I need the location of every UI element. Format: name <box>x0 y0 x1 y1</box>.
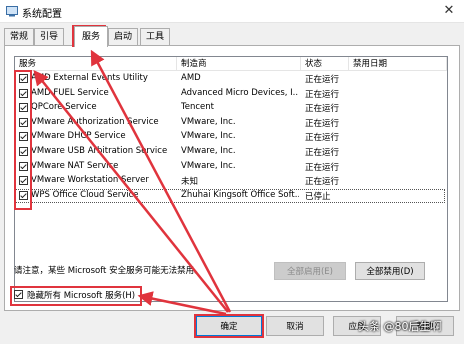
service-name: VMware Workstation Server <box>31 175 149 186</box>
tab-general[interactable]: 常规 <box>4 28 34 46</box>
service-row[interactable]: VMware Workstation Server 未知 正在运行 <box>15 174 445 189</box>
service-status: 正在运行 <box>305 148 340 158</box>
ms-security-note: 请注意，某些 Microsoft 安全服务可能无法禁用。 <box>14 266 203 276</box>
service-checkbox[interactable] <box>19 117 28 127</box>
service-row[interactable]: VMware Authorization Service VMware, Inc… <box>15 116 445 131</box>
service-checkbox[interactable] <box>19 103 28 113</box>
ok-button[interactable]: 确定 <box>196 316 262 336</box>
service-row[interactable]: AMD External Events Utility AMD 正在运行 <box>15 72 445 87</box>
column-header-manufacturer[interactable]: 制造商 <box>177 57 301 71</box>
service-name: AMD FUEL Service <box>31 87 109 98</box>
service-checkbox[interactable] <box>19 147 28 156</box>
service-status: 已停止 <box>305 191 331 202</box>
service-manufacturer: 未知 <box>181 177 199 188</box>
service-checkbox[interactable] <box>19 190 28 200</box>
service-manufacturer: VMware, Inc. <box>181 131 236 142</box>
tab-services[interactable]: 服务 <box>74 26 108 47</box>
service-manufacturer: Tencent <box>181 102 214 113</box>
service-name: VMware Authorization Service <box>31 116 159 127</box>
service-status: 正在运行 <box>305 133 340 144</box>
tab-boot[interactable]: 引导 <box>34 28 64 46</box>
column-header-service[interactable]: 服务 <box>15 57 177 71</box>
service-row[interactable]: AMD FUEL Service Advanced Micro Devices,… <box>15 87 445 102</box>
service-checkbox[interactable] <box>19 88 28 98</box>
service-name: WPS Office Cloud Service <box>31 189 139 200</box>
close-button[interactable]: ✕ <box>440 2 458 20</box>
service-manufacturer: VMware, Inc. <box>181 116 236 127</box>
enable-all-button[interactable]: 全部启用(E) <box>274 262 346 280</box>
service-manufacturer: VMware, Inc. <box>181 160 236 171</box>
disable-all-button[interactable]: 全部禁用(D) <box>355 262 425 280</box>
hide-ms-services-checkbox[interactable] <box>14 290 23 299</box>
service-status: 正在运行 <box>305 177 340 188</box>
column-header-disabled-date[interactable]: 禁用日期 <box>349 57 447 71</box>
service-checkbox[interactable] <box>19 161 28 171</box>
service-name: VMware NAT Service <box>31 160 119 171</box>
service-row[interactable]: VMware USB Arbitration Service VMware, I… <box>15 145 445 160</box>
service-status: 正在运行 <box>305 104 340 115</box>
service-row[interactable]: VMware NAT Service VMware, Inc. 正在运行 <box>15 160 445 175</box>
service-name: AMD External Events Utility <box>31 73 148 83</box>
system-config-icon <box>6 6 18 17</box>
watermark: 头条 @80后生啊 <box>358 320 442 333</box>
service-checkbox[interactable] <box>19 74 28 83</box>
service-status: 正在运行 <box>305 89 340 100</box>
cancel-button[interactable]: 取消 <box>266 316 324 336</box>
column-header-status[interactable]: 状态 <box>301 57 349 71</box>
service-manufacturer: AMD <box>181 73 201 83</box>
service-row-selected[interactable]: WPS Office Cloud Service Zhuhai Kingsoft… <box>15 188 445 204</box>
service-name: VMware USB Arbitration Service <box>31 146 168 156</box>
service-name: VMware DHCP Service <box>31 131 126 142</box>
service-name: QPCore Service <box>31 102 97 113</box>
service-manufacturer: Advanced Micro Devices, I... <box>181 87 299 98</box>
window-title: 系统配置 <box>22 9 62 20</box>
title-bar: 系统配置 ✕ <box>0 0 464 23</box>
tab-tools[interactable]: 工具 <box>140 28 170 46</box>
service-row[interactable]: QPCore Service Tencent 正在运行 <box>15 101 445 116</box>
tab-startup[interactable]: 启动 <box>108 28 138 46</box>
service-checkbox[interactable] <box>19 132 28 142</box>
service-manufacturer: Zhuhai Kingsoft Office Soft... <box>181 189 299 200</box>
service-manufacturer: VMware, Inc. <box>181 146 236 156</box>
service-status: 正在运行 <box>305 118 340 129</box>
hide-ms-services-label: 隐藏所有 Microsoft 服务(H) <box>27 291 136 301</box>
service-checkbox[interactable] <box>19 176 28 186</box>
service-status: 正在运行 <box>305 75 340 85</box>
service-row[interactable]: VMware DHCP Service VMware, Inc. 正在运行 <box>15 130 445 145</box>
service-status: 正在运行 <box>305 162 340 173</box>
